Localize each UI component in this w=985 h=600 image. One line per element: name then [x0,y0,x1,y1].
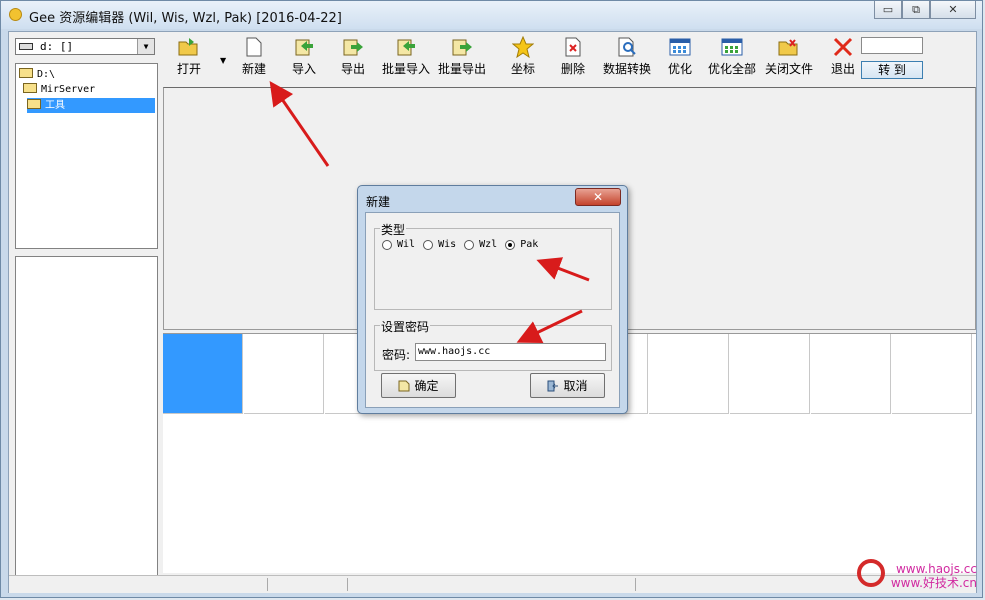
coordinate-button[interactable]: 坐标 [511,36,535,82]
dialog-title: 新建 [366,195,391,209]
optimize-all-button[interactable]: 优化全部 [708,36,756,82]
radio-wzl[interactable]: Wzl [464,239,497,250]
new-button[interactable]: 新建 [242,36,266,82]
batch-export-button[interactable]: 批量导出 [438,36,486,82]
window-title: Gee 资源编辑器 (Wil, Wis, Wzl, Pak) [2016-04-… [29,11,342,26]
data-convert-button[interactable]: 数据转换 [603,36,651,82]
restore-button[interactable]: ⧉ [902,1,930,19]
radio-pak[interactable]: Pak [505,239,538,250]
convert-icon [616,36,638,58]
radio-dot [423,239,434,250]
radio-dot-selected [505,239,516,250]
exit-button[interactable]: 退出 [831,36,855,82]
watermark-line1: www.haojs.cc [895,562,977,576]
close-file-button[interactable]: 关闭文件 [765,36,813,82]
exit-icon [832,36,854,58]
optimize-button[interactable]: 优化 [668,36,692,82]
batch-export-icon [451,36,473,58]
drive-value: d: [] [40,40,74,53]
delete-icon [562,36,584,58]
close-window-button[interactable]: ✕ [930,1,976,19]
optimize-icon [669,36,691,58]
star-icon [512,36,534,58]
new-dialog: 新建 ✕ 类型 Wil Wis Wzl Pak 设置密码 密码: www.hao… [357,185,628,414]
thumbnail-cell[interactable] [730,334,810,414]
status-bar [9,575,976,593]
tree-item-tools[interactable]: 工具 [27,98,155,113]
password-group: 设置密码 密码: www.haojs.cc [374,318,612,371]
open-button[interactable]: 打开 [177,36,201,82]
export-button[interactable]: 导出 [341,36,365,82]
ok-button[interactable]: 确定 [381,373,456,398]
tree-item-mirserver[interactable]: MirServer [23,82,95,97]
open-folder-icon [178,36,200,58]
cancel-icon [547,380,559,391]
thumbnail-cell[interactable] [649,334,729,414]
dialog-close-button[interactable]: ✕ [575,188,621,206]
minimize-button[interactable]: ▭ [874,1,902,19]
drive-icon [19,43,33,50]
type-group-label: 类型 [380,221,407,238]
radio-wil[interactable]: Wil [382,239,415,250]
radio-dot [464,239,475,250]
app-icon [9,8,22,21]
optimize-all-icon [721,36,743,58]
thumbnail-cell[interactable] [811,334,891,414]
password-group-label: 设置密码 [380,318,431,335]
toolbar: 打开 ▼ 新建 导入 导出 批量导入 批量导出 坐标 删除 数据转换 优化 优化… [163,32,976,87]
type-group: 类型 Wil Wis Wzl Pak [374,221,612,310]
import-icon [293,36,315,58]
radio-wis[interactable]: Wis [423,239,456,250]
password-label: 密码: [382,348,411,362]
goto-input[interactable] [861,37,923,54]
app-window: Gee 资源编辑器 (Wil, Wis, Wzl, Pak) [2016-04-… [0,0,983,598]
ok-icon [398,380,410,391]
delete-button[interactable]: 删除 [561,36,585,82]
radio-dot [382,239,392,250]
watermark-line2: www.好技术.cn [890,576,977,590]
thumbnail-cell[interactable] [892,334,972,414]
batch-import-icon [395,36,417,58]
directory-tree[interactable]: D:\ MirServer 工具 [15,63,158,249]
title-bar: Gee 资源编辑器 (Wil, Wis, Wzl, Pak) [2016-04-… [1,1,982,29]
folder-open-icon [19,68,33,78]
goto-button[interactable]: 转 到 [861,61,923,79]
file-list[interactable] [15,256,158,578]
tree-item-root[interactable]: D:\ [19,67,55,82]
folder-open-icon [23,83,37,93]
import-button[interactable]: 导入 [292,36,316,82]
export-icon [342,36,364,58]
batch-import-button[interactable]: 批量导入 [382,36,430,82]
password-input[interactable]: www.haojs.cc [415,343,606,361]
drive-select[interactable]: d: [] ▼ [15,38,155,55]
chevron-down-icon[interactable]: ▼ [137,39,154,54]
thumbnail-scroll-area [163,415,976,573]
watermark-logo [857,559,885,587]
close-file-icon [778,36,800,58]
watermark: www.haojs.cc www.好技术.cn [891,562,977,590]
new-file-icon [243,36,265,58]
open-dropdown-icon[interactable]: ▼ [220,56,226,65]
thumbnail-cell[interactable] [244,334,324,414]
cancel-button[interactable]: 取消 [530,373,605,398]
folder-open-icon [27,99,41,109]
thumbnail-cell[interactable] [163,334,243,414]
